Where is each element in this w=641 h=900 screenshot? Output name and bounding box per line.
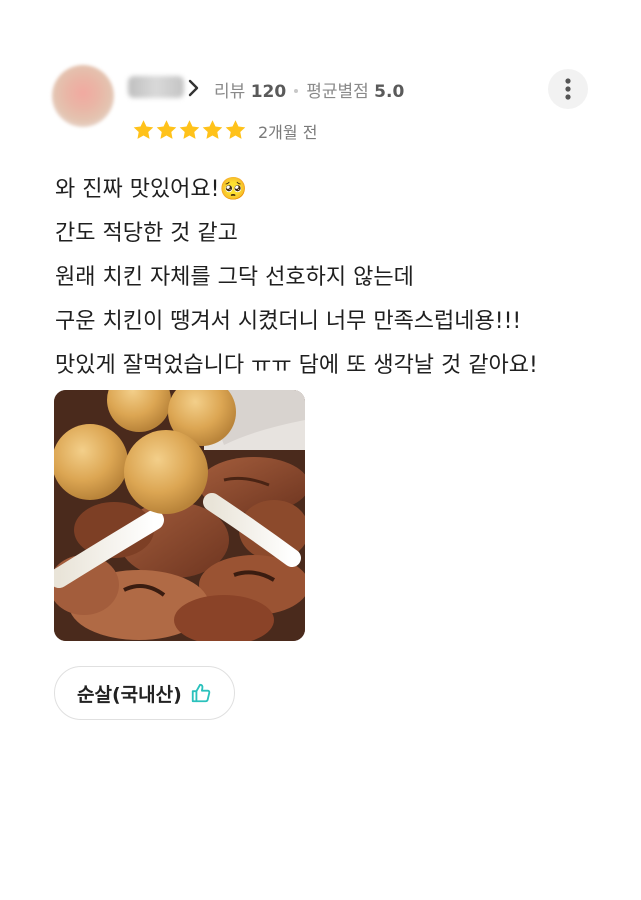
star-rating [132,118,247,142]
reviewer-name[interactable]: 별이 [128,76,184,98]
thumbs-up-icon [191,683,211,703]
menu-tag[interactable]: 순살(국내산) [54,666,235,720]
star-icon [202,120,223,139]
star-icon [156,120,177,139]
star-icon [225,120,246,139]
review-text: 와 진짜 맛있어요!🥺 간도 적당한 것 같고 원래 치킨 자체를 그닥 선호하… [55,168,615,388]
chevron-right-icon[interactable] [186,79,202,97]
reviewer-stats: 리뷰 120 평균별점 5.0 [214,77,404,102]
menu-tag-label: 순살(국내산) [77,683,182,706]
average-rating-label: 평균별점 [306,82,369,102]
review-text-line: 와 진짜 맛있어요!🥺 [55,177,247,202]
review-count-label: 리뷰 [214,82,246,102]
star-icon [133,120,154,139]
food-photo-illustration [54,390,305,641]
more-vertical-icon [565,78,571,100]
more-options-button[interactable] [548,69,588,109]
star-icon [179,120,200,139]
review-count: 120 [250,82,287,102]
review-photo[interactable] [54,390,305,641]
avatar[interactable] [52,65,114,127]
review-date: 2개월 전 [258,123,318,142]
review-text-line: 구운 치킨이 땡겨서 시켰더니 너무 만족스럽네용!!! [55,309,522,334]
separator-dot [294,88,299,93]
review-text-line: 원래 치킨 자체를 그닥 선호하지 않는데 [55,265,414,290]
review-text-line: 간도 적당한 것 같고 [55,221,238,246]
review-text-line: 맛있게 잘먹었습니다 ㅠㅠ 담에 또 생각날 것 같아요! [55,353,538,378]
average-rating: 5.0 [374,82,405,102]
